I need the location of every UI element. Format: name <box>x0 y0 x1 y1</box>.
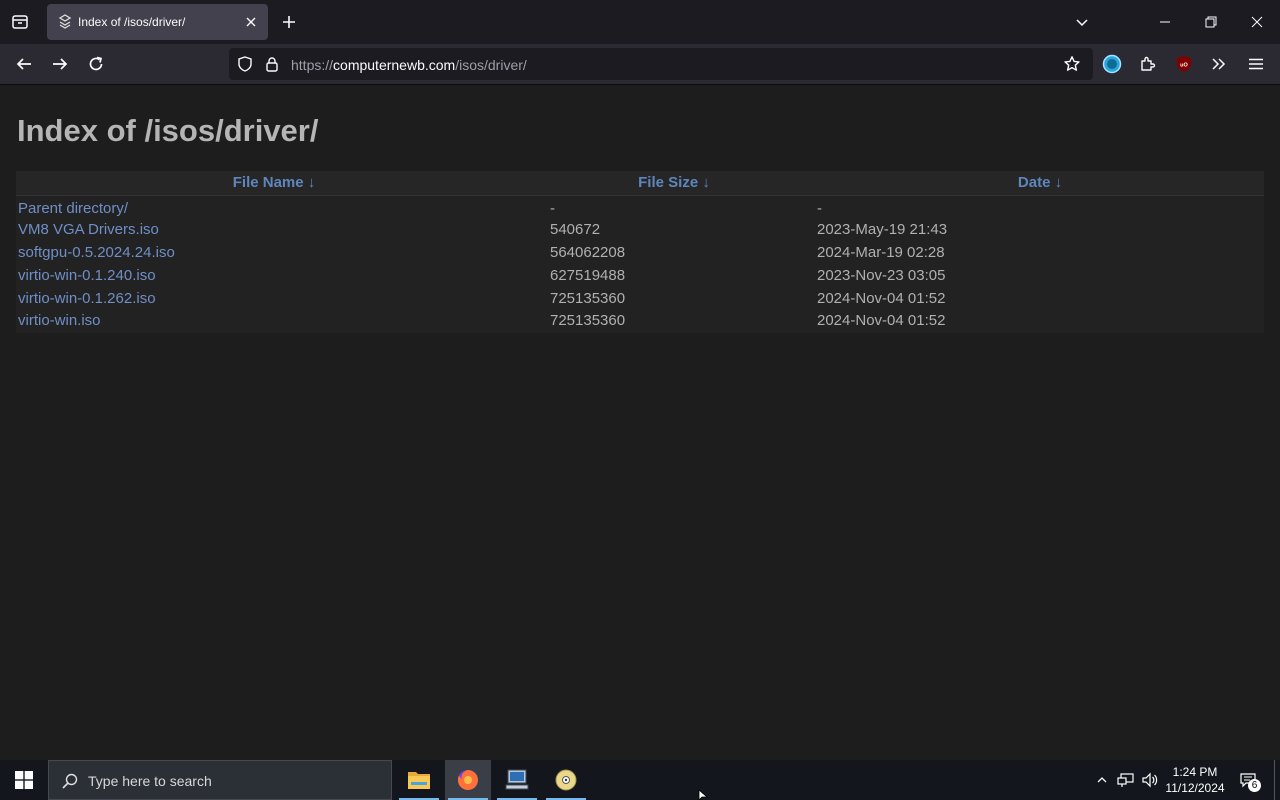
ublock-origin-icon[interactable]: uO <box>1174 54 1194 74</box>
windows-logo-icon <box>15 771 33 789</box>
clock-time: 1:24 PM <box>1172 765 1218 779</box>
column-header-file-size[interactable]: File Size ↓ <box>532 171 816 196</box>
table-row: virtio-win.iso 725135360 2024-Nov-04 01:… <box>16 310 1264 333</box>
navigation-toolbar: https://computernewb.com/isos/driver/ uO <box>0 44 1280 85</box>
file-link[interactable]: virtio-win-0.1.262.iso <box>18 290 156 307</box>
file-size-cell: 564062208 <box>550 244 626 261</box>
svg-text:uO: uO <box>1180 63 1188 69</box>
windows-taskbar: Type here to search 1:24 PM 11/12/2024 6 <box>0 760 1280 800</box>
chevron-down-icon[interactable] <box>1072 12 1092 32</box>
url-host: computernewb.com <box>333 57 456 73</box>
file-name-cell: virtio-win-0.1.262.iso <box>16 287 532 310</box>
file-table: File Name ↓ File Size ↓ Date ↓ Parent di… <box>16 171 1264 333</box>
server-favicon-icon <box>57 14 73 30</box>
sort-by-size-link[interactable]: File Size ↓ <box>638 174 710 191</box>
disc-icon <box>555 769 577 791</box>
new-tab-icon[interactable] <box>280 13 298 31</box>
search-placeholder: Type here to search <box>88 773 212 789</box>
table-row: softgpu-0.5.2024.24.iso 564062208 2024-M… <box>16 241 1264 264</box>
sort-by-date-link[interactable]: Date ↓ <box>1018 174 1062 191</box>
file-listing: File Name ↓ File Size ↓ Date ↓ Parent di… <box>16 171 1264 333</box>
file-size-cell: - <box>550 199 555 217</box>
table-row: virtio-win-0.1.240.iso 627519488 2023-No… <box>16 264 1264 287</box>
file-date-cell: 2023-May-19 21:43 <box>817 221 948 238</box>
file-date-cell: 2024-Mar-19 02:28 <box>817 244 945 261</box>
file-name-cell: virtio-win.iso <box>16 310 532 333</box>
show-hidden-icons-chevron-icon[interactable] <box>1093 760 1111 800</box>
column-header-date[interactable]: Date ↓ <box>816 171 1264 196</box>
file-date-cell: 2023-Nov-23 03:05 <box>817 267 946 284</box>
page-title: Index of /isos/driver/ <box>17 113 319 148</box>
file-name-cell: VM8 VGA Drivers.iso <box>16 218 532 241</box>
more-tools-chevrons-icon[interactable] <box>1209 54 1229 74</box>
search-icon <box>61 772 79 790</box>
reload-icon[interactable] <box>86 54 106 74</box>
tracking-protection-shield-icon[interactable] <box>237 56 253 72</box>
file-explorer-taskbar-button[interactable] <box>396 760 442 800</box>
file-name-cell: virtio-win-0.1.240.iso <box>16 264 532 287</box>
column-header-file-name[interactable]: File Name ↓ <box>16 171 532 196</box>
file-link[interactable]: virtio-win-0.1.240.iso <box>18 267 156 284</box>
file-date-cell: 2024-Nov-04 01:52 <box>817 312 946 329</box>
mouse-cursor-icon <box>698 790 709 800</box>
file-name-cell: Parent directory/ <box>16 195 532 218</box>
notification-count-badge: 6 <box>1248 779 1261 792</box>
computer-icon <box>505 769 529 790</box>
lock-icon[interactable] <box>264 56 280 72</box>
back-arrow-icon[interactable] <box>14 54 34 74</box>
url-text[interactable]: https://computernewb.com/isos/driver/ <box>291 57 527 73</box>
file-link[interactable]: VM8 VGA Drivers.iso <box>18 221 159 238</box>
file-size-cell: 540672 <box>550 221 601 238</box>
table-row: virtio-win-0.1.262.iso 725135360 2024-No… <box>16 287 1264 310</box>
disc-app-taskbar-button[interactable] <box>543 760 589 800</box>
hamburger-menu-icon[interactable] <box>1246 54 1266 74</box>
system-clock[interactable]: 1:24 PM 11/12/2024 <box>1160 764 1230 796</box>
parent-directory-link[interactable]: Parent directory/ <box>18 200 128 217</box>
address-bar[interactable]: https://computernewb.com/isos/driver/ <box>229 48 1093 80</box>
firefox-taskbar-button[interactable] <box>445 760 491 800</box>
firefox-icon <box>457 770 478 790</box>
file-date-cell: 2024-Nov-04 01:52 <box>817 290 946 307</box>
file-name-cell: softgpu-0.5.2024.24.iso <box>16 241 532 264</box>
folder-icon <box>408 772 430 789</box>
minimize-icon[interactable] <box>1155 12 1175 32</box>
page-viewport: Index of /isos/driver/ File Name ↓ File … <box>0 86 1280 760</box>
file-size-cell: 725135360 <box>550 312 626 329</box>
restore-icon[interactable] <box>1201 12 1221 32</box>
file-size-cell: 627519488 <box>550 267 626 284</box>
table-row: VM8 VGA Drivers.iso 540672 2023-May-19 2… <box>16 218 1264 241</box>
remote-desktop-taskbar-button[interactable] <box>494 760 540 800</box>
volume-icon[interactable] <box>1140 760 1160 800</box>
file-date-cell: - <box>817 199 822 217</box>
sort-by-name-link[interactable]: File Name ↓ <box>233 174 316 191</box>
bookmark-star-icon[interactable] <box>1063 55 1081 73</box>
url-scheme: https:// <box>291 57 334 73</box>
file-link[interactable]: virtio-win.iso <box>18 312 101 329</box>
start-button[interactable] <box>0 760 48 800</box>
close-window-icon[interactable] <box>1247 12 1267 32</box>
tab-title: Index of /isos/driver/ <box>78 15 186 29</box>
url-path: /isos/driver/ <box>455 57 527 73</box>
tab-bar: Index of /isos/driver/ <box>0 0 1280 44</box>
account-avatar-icon[interactable] <box>1102 54 1122 74</box>
table-header-row: File Name ↓ File Size ↓ Date ↓ <box>16 171 1264 196</box>
file-size-cell: 725135360 <box>550 290 626 307</box>
extensions-puzzle-icon[interactable] <box>1138 54 1158 74</box>
forward-arrow-icon[interactable] <box>50 54 70 74</box>
browser-tab[interactable]: Index of /isos/driver/ <box>47 4 268 40</box>
close-tab-icon[interactable] <box>243 14 259 30</box>
list-all-tabs-icon[interactable] <box>8 10 32 34</box>
file-link[interactable]: softgpu-0.5.2024.24.iso <box>18 244 175 261</box>
table-row: Parent directory/ - - <box>16 195 1264 218</box>
show-desktop-button[interactable] <box>1274 760 1275 800</box>
taskbar-search-box[interactable]: Type here to search <box>48 760 392 800</box>
clock-date: 11/12/2024 <box>1165 781 1225 795</box>
network-icon[interactable] <box>1116 760 1136 800</box>
